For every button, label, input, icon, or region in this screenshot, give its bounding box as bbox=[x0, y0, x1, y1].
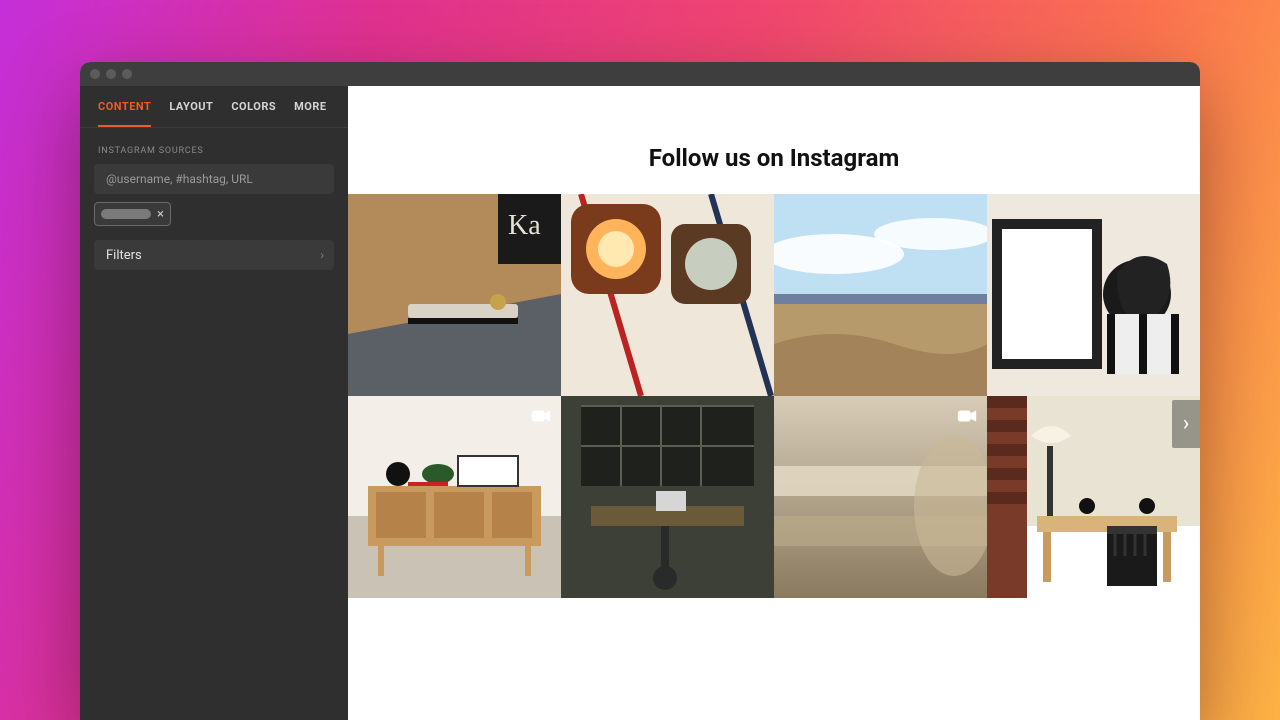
chevron-right-icon: › bbox=[320, 248, 324, 262]
window-dot-close[interactable] bbox=[90, 69, 100, 79]
filters-row[interactable]: Filters › bbox=[94, 240, 334, 270]
video-icon bbox=[955, 404, 979, 428]
source-chip[interactable]: × bbox=[94, 202, 171, 226]
feed-item[interactable] bbox=[774, 396, 987, 598]
source-input[interactable]: @username, #hashtag, URL bbox=[94, 164, 334, 194]
svg-text:Ka: Ka bbox=[508, 210, 541, 241]
preview-title: Follow us on Instagram bbox=[348, 144, 1200, 172]
chevron-right-icon: › bbox=[1183, 413, 1190, 435]
video-icon bbox=[529, 404, 553, 428]
tab-colors[interactable]: COLORS bbox=[231, 100, 276, 127]
feed-item[interactable] bbox=[561, 396, 774, 598]
chip-swatch bbox=[101, 209, 151, 219]
feed-grid: Ka bbox=[348, 194, 1200, 598]
preview-pane: Follow us on Instagram Ka bbox=[348, 86, 1200, 720]
tab-layout[interactable]: LAYOUT bbox=[169, 100, 213, 127]
tabs: CONTENT LAYOUT COLORS MORE bbox=[80, 86, 348, 128]
sidebar: CONTENT LAYOUT COLORS MORE INSTAGRAM SOU… bbox=[80, 86, 348, 720]
window-dot-min[interactable] bbox=[106, 69, 116, 79]
filters-label: Filters bbox=[106, 248, 142, 263]
feed-item[interactable] bbox=[561, 194, 774, 396]
chip-remove-icon[interactable]: × bbox=[157, 208, 164, 221]
titlebar bbox=[80, 62, 1200, 86]
tab-content[interactable]: CONTENT bbox=[98, 100, 151, 127]
feed-item[interactable] bbox=[348, 396, 561, 598]
feed-item[interactable] bbox=[987, 194, 1200, 396]
feed-item[interactable] bbox=[987, 396, 1200, 598]
carousel-next-button[interactable]: › bbox=[1172, 400, 1200, 448]
feed-item[interactable] bbox=[774, 194, 987, 396]
app-window: CONTENT LAYOUT COLORS MORE INSTAGRAM SOU… bbox=[80, 62, 1200, 720]
window-dot-max[interactable] bbox=[122, 69, 132, 79]
tab-more[interactable]: MORE bbox=[294, 100, 326, 127]
feed-item[interactable]: Ka bbox=[348, 194, 561, 396]
sources-label: INSTAGRAM SOURCES bbox=[80, 128, 348, 164]
source-placeholder: @username, #hashtag, URL bbox=[106, 172, 253, 186]
